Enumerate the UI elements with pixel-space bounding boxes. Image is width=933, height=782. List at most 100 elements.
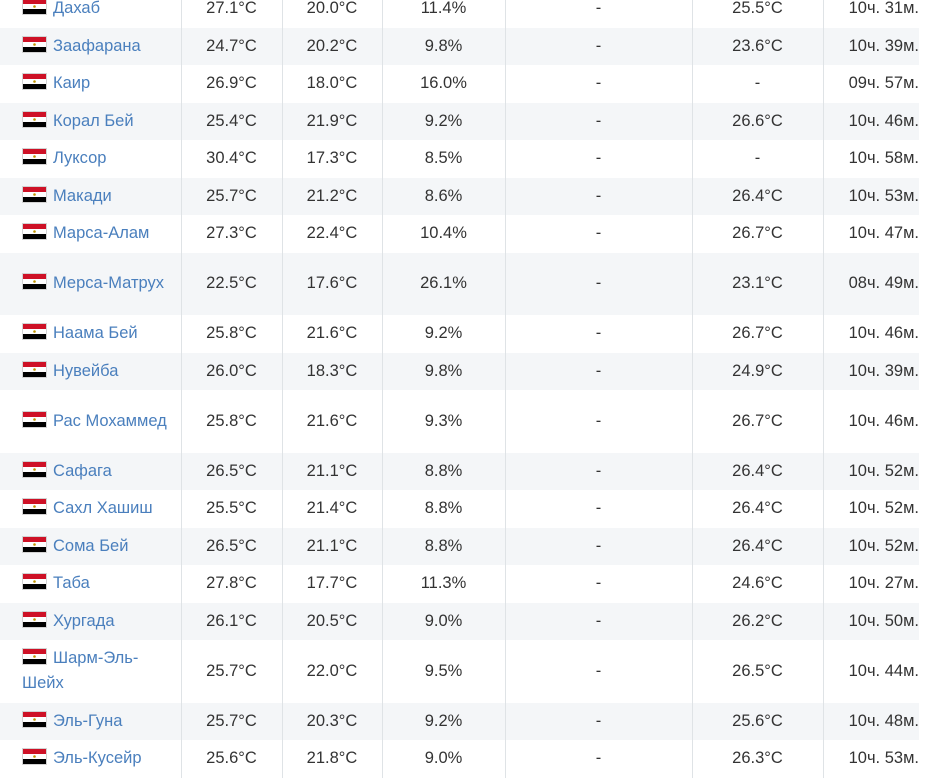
precipitation-cell: 9.2% — [382, 315, 506, 353]
rain-days-cell: - — [505, 740, 693, 778]
water-temp-cell: 26.4°C — [692, 452, 824, 490]
rain-days-cell: - — [505, 102, 693, 140]
air-temp-night-cell: 18.3°C — [282, 352, 383, 390]
water-temp-cell: 26.7°C — [692, 215, 824, 253]
egypt-flag-icon — [22, 73, 47, 91]
city-link[interactable]: Нувейба — [53, 362, 118, 380]
air-temp-night-cell: 20.2°C — [282, 27, 383, 65]
precipitation-cell: 9.0% — [382, 740, 506, 778]
daylight-cell: 10ч. 52м. — [848, 499, 919, 518]
table-row: Сахл Хашиш 25.5°C 21.4°C 8.8% - 26.4°C 1… — [0, 490, 919, 528]
table-row: Сома Бей 26.5°C 21.1°C 8.8% - 26.4°C 10ч… — [0, 527, 919, 565]
water-temp-cell: - — [692, 140, 824, 178]
air-temp-night-cell: 21.1°C — [282, 452, 383, 490]
resort-climate-table: Дахаб 27.1°C 20.0°C 11.4% - 25.5°C 10ч. … — [0, 0, 919, 778]
egypt-flag-icon — [22, 410, 47, 428]
city-link[interactable]: Эль-Кусейр — [53, 749, 142, 767]
precipitation-cell: 8.6% — [382, 177, 506, 215]
city-cell: Марса-Алам — [0, 215, 182, 253]
egypt-flag-icon — [22, 710, 47, 728]
city-link[interactable]: Заафарана — [53, 37, 141, 55]
egypt-flag-icon — [22, 185, 47, 203]
daylight-cell: 10ч. 44м. — [848, 661, 919, 680]
rain-days-cell: - — [505, 65, 693, 103]
daylight-cell: 10ч. 50м. — [823, 602, 919, 640]
water-temp-cell: 23.1°C — [692, 252, 824, 315]
city-link[interactable]: Марса-Алам — [53, 224, 149, 242]
city-cell: Корал Бей — [0, 102, 182, 140]
city-cell: Сафага — [0, 452, 182, 490]
daylight-cell: 10ч. 27м. — [848, 574, 919, 593]
water-temp-cell: 26.4°C — [692, 527, 824, 565]
precipitation-cell: 16.0% — [382, 65, 506, 103]
city-link[interactable]: Макади — [53, 187, 112, 205]
egypt-flag-icon — [22, 573, 47, 591]
precipitation-cell: 9.8% — [382, 27, 506, 65]
city-link[interactable]: Мерса-Матрух — [53, 274, 164, 292]
precipitation-cell: 8.8% — [382, 527, 506, 565]
water-temp-cell: 26.4°C — [692, 177, 824, 215]
table-body: Дахаб 27.1°C 20.0°C 11.4% - 25.5°C 10ч. … — [0, 0, 919, 778]
daylight-cell: 10ч. 47м. — [848, 224, 919, 243]
table-row: Луксор 30.4°C 17.3°C 8.5% - - 10ч. 58м. — [0, 140, 919, 178]
city-link[interactable]: Дахаб — [53, 0, 100, 17]
daylight-cell: 10ч. 46м. — [823, 102, 919, 140]
table-row: Таба 27.8°C 17.7°C 11.3% - 24.6°C 10ч. 2… — [0, 565, 919, 603]
air-temp-day-cell: 22.5°C — [181, 252, 283, 315]
city-cell: Дахаб — [0, 0, 182, 28]
air-temp-night-cell: 21.2°C — [282, 177, 383, 215]
air-temp-day-cell: 25.7°C — [181, 177, 283, 215]
city-link[interactable]: Корал Бей — [53, 112, 134, 130]
table-row: Хургада 26.1°C 20.5°C 9.0% - 26.2°C 10ч.… — [0, 602, 919, 640]
air-temp-night-cell: 20.5°C — [282, 602, 383, 640]
air-temp-day-cell: 26.5°C — [181, 452, 283, 490]
precipitation-cell: 9.3% — [382, 390, 506, 453]
water-temp-cell: 26.6°C — [692, 102, 824, 140]
table-row: Марса-Алам 27.3°C 22.4°C 10.4% - 26.7°C … — [0, 215, 919, 253]
city-link[interactable]: Сахл Хашиш — [53, 499, 153, 517]
city-cell: Наама Бей — [0, 315, 182, 353]
daylight-cell: 10ч. 52м. — [823, 527, 919, 565]
egypt-flag-icon — [22, 323, 47, 341]
city-cell: Эль-Гуна — [0, 702, 182, 740]
table-row: Корал Бей 25.4°C 21.9°C 9.2% - 26.6°C 10… — [0, 102, 919, 140]
city-link[interactable]: Луксор — [53, 149, 106, 167]
city-cell: Заафарана — [0, 27, 182, 65]
daylight-cell: 10ч. 58м. — [848, 149, 919, 168]
egypt-flag-icon — [22, 498, 47, 516]
water-temp-cell: 26.7°C — [692, 315, 824, 353]
table-row: Шарм-Эль-Шейх 25.7°C 22.0°C 9.5% - 26.5°… — [0, 640, 919, 703]
air-temp-day-cell: 26.0°C — [181, 352, 283, 390]
precipitation-cell: 9.2% — [382, 102, 506, 140]
city-link[interactable]: Каир — [53, 74, 90, 92]
city-link[interactable]: Эль-Гуна — [53, 712, 122, 730]
egypt-flag-icon — [22, 460, 47, 478]
city-cell: Сома Бей — [0, 527, 182, 565]
city-link[interactable]: Хургада — [53, 612, 115, 630]
city-link[interactable]: Рас Мохаммед — [53, 412, 167, 430]
rain-days-cell: - — [505, 452, 693, 490]
city-link[interactable]: Сома Бей — [53, 537, 128, 555]
egypt-flag-icon — [22, 148, 47, 166]
city-link[interactable]: Таба — [53, 574, 90, 592]
water-temp-cell: 25.6°C — [692, 702, 824, 740]
city-cell: Мерса-Матрух — [0, 252, 182, 315]
air-temp-night-cell: 21.6°C — [282, 315, 383, 353]
water-temp-cell: 26.7°C — [692, 390, 824, 453]
daylight-cell: 10ч. 46м. — [848, 324, 919, 343]
city-link[interactable]: Сафага — [53, 462, 112, 480]
egypt-flag-icon — [22, 360, 47, 378]
air-temp-night-cell: 21.6°C — [282, 390, 383, 453]
air-temp-day-cell: 26.5°C — [181, 527, 283, 565]
daylight-cell: 10ч. 48м. — [823, 702, 919, 740]
egypt-flag-icon — [22, 223, 47, 241]
air-temp-night-cell: 21.8°C — [282, 740, 383, 778]
table-row: Мерса-Матрух 22.5°C 17.6°C 26.1% - 23.1°… — [0, 252, 919, 315]
city-link[interactable]: Наама Бей — [53, 324, 138, 342]
air-temp-night-cell: 22.0°C — [282, 640, 383, 703]
table-row: Каир 26.9°C 18.0°C 16.0% - - 09ч. 57м. — [0, 65, 919, 103]
water-temp-cell: 26.5°C — [692, 640, 824, 703]
table-row: Рас Мохаммед 25.8°C 21.6°C 9.3% - 26.7°C… — [0, 390, 919, 453]
air-temp-night-cell: 22.4°C — [282, 215, 383, 253]
air-temp-day-cell: 27.8°C — [181, 565, 283, 603]
